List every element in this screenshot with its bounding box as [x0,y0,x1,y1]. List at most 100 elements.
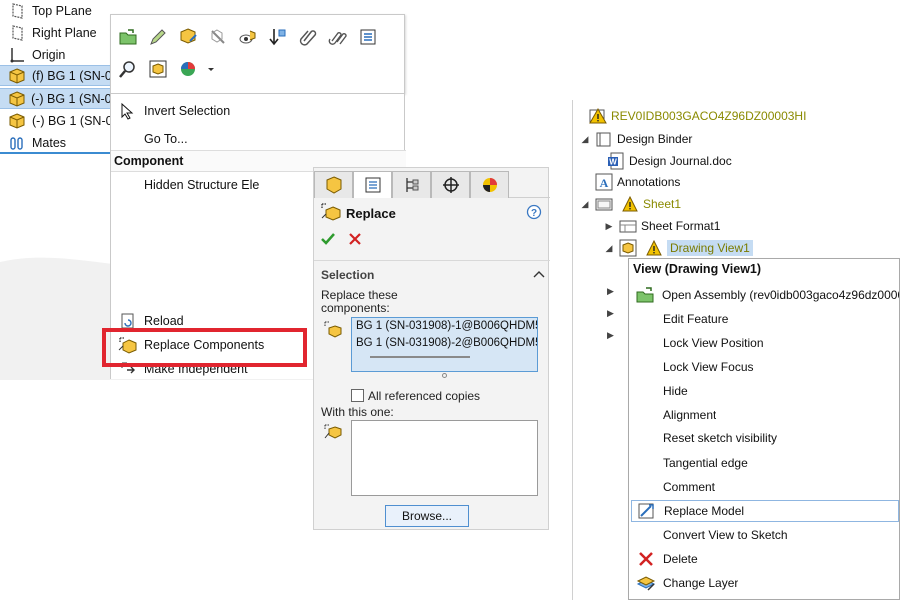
list-scrollbar[interactable] [370,356,470,358]
expand-arrow-icon[interactable]: ▶ [603,221,615,232]
all-referenced-copies-label: All referenced copies [368,389,481,403]
tree-item-sheet-format[interactable]: ▶ Sheet Format1 [603,215,721,237]
list-icon [360,29,376,45]
chevron-up-icon[interactable] [533,269,545,279]
all-referenced-copies-checkbox[interactable] [351,389,364,402]
menu-go-to[interactable]: Go To... [111,128,401,150]
svg-text:A: A [600,176,609,190]
tree-item-label: (f) BG 1 (SN-03 [32,68,119,83]
open-assembly-icon [635,285,656,305]
menu-change-layer[interactable]: Change Layer [631,572,899,594]
menu-replace-model[interactable]: Replace Model [631,500,899,522]
menu-label: Delete [663,552,698,566]
double-clip-icon [328,32,347,45]
menu-lock-view-position[interactable]: Lock View Position [631,332,899,354]
appearance-icon [181,62,195,76]
replace-list[interactable]: BG 1 (SN-031908)-1@B006QHDM5N BG 1 (SN-0… [351,317,538,372]
folder-icon [595,130,613,148]
open-part-button[interactable] [116,25,140,49]
tab-feature-manager[interactable] [314,171,353,198]
tree-item-root[interactable]: REV0IDB003GACO4Z96DZ00003HI [573,105,806,127]
menu-label: Go To... [144,132,188,146]
menu-hide[interactable]: Hide [631,380,899,402]
cancel-x-icon[interactable] [348,232,362,246]
tree-item-label: (-) BG 1 (SN-03 [32,113,120,128]
move-down-button[interactable] [266,25,290,49]
tree-item-sheet[interactable]: ◢ Sheet1 [579,193,681,215]
crosshair-icon [442,177,459,193]
menu-invert-selection[interactable]: Invert Selection [111,100,401,122]
menu-comment[interactable]: Comment [631,476,899,498]
open-part-icon [119,29,137,45]
menu-convert-view-to-sketch[interactable]: Convert View to Sketch [631,524,899,546]
expand-arrow-icon[interactable]: ▶ [607,308,614,319]
tree-item-label: Design Binder [617,132,693,146]
pm-section-selection: Selection [321,268,375,282]
component-props-button[interactable] [176,25,200,49]
expand-arrow-icon[interactable]: ▶ [607,286,614,297]
replace-these-label: Replace these components: [321,288,398,315]
tab-dimxpert[interactable] [431,171,470,198]
appearance-button[interactable] [176,57,200,81]
suppress-button[interactable] [206,25,230,49]
isolate-button[interactable] [146,57,170,81]
tree-item-label: Origin [32,47,66,62]
replace-model-icon [636,501,658,521]
resize-handle[interactable] [442,373,447,378]
pm-title: Replace [346,206,396,221]
collapse-arrow-icon[interactable]: ◢ [579,134,591,145]
plane-icon [8,2,26,20]
tree-item-label: Top PLane [32,3,92,18]
zoom-button[interactable] [116,57,140,81]
tree-item-drawing-view[interactable]: ◢ Drawing View1 [603,237,753,259]
list-item[interactable]: BG 1 (SN-031908)-2@B006QHDM5N [352,335,537,352]
collapse-arrow-icon[interactable]: ◢ [603,243,615,254]
tree-item-label: REV0IDB003GACO4Z96DZ00003HI [611,109,807,123]
edit-component-button[interactable] [146,25,170,49]
menu-lock-view-focus[interactable]: Lock View Focus [631,356,899,378]
context-toolbar [110,14,405,94]
tree-item-label: Sheet1 [643,197,682,211]
display-manager-icon [482,178,497,192]
attach-button[interactable] [296,25,320,49]
menu-label: Open Assembly (rev0idb003gaco4z96dz00003 [661,288,899,302]
layers-icon [635,573,657,593]
menu-delete[interactable]: Delete [631,548,899,570]
menu-label: Convert View to Sketch [663,528,788,542]
tree-item-design-journal[interactable]: W Design Journal.doc [603,150,732,172]
view-context-menu: View (Drawing View1) Open Assembly (rev0… [628,258,900,600]
annotation-icon: A [595,173,613,191]
tree-item-design-binder[interactable]: ◢ Design Binder [579,128,692,150]
replacement-file-box[interactable] [351,420,538,496]
expand-arrow-icon[interactable]: ▶ [607,330,614,341]
tab-property-manager[interactable] [353,171,392,198]
appearance-dropdown[interactable] [199,57,223,81]
tab-configuration-manager[interactable] [392,171,431,198]
config-icon [405,178,418,192]
menu-open-assembly[interactable]: Open Assembly (rev0idb003gaco4z96dz00003 [631,284,899,306]
delete-x-icon [635,549,657,569]
mates-button[interactable] [326,25,350,49]
word-doc-icon: W [607,152,625,170]
chevron-down-icon [208,68,214,71]
ok-check-icon[interactable] [320,231,336,247]
warning-icon [621,195,639,213]
menu-tangential-edge[interactable]: Tangential edge [631,452,899,474]
help-icon[interactable]: ? [526,204,542,220]
collapse-arrow-icon[interactable]: ◢ [579,199,591,210]
hide-show-button[interactable] [236,25,260,49]
list-icon [365,177,380,193]
menu-alignment[interactable]: Alignment [631,404,899,426]
properties-button[interactable] [356,25,380,49]
with-this-one-label: With this one: [321,405,394,419]
tree-item-annotations[interactable]: A Annotations [591,171,680,193]
mates-icon [8,134,26,152]
tab-display-manager[interactable] [470,171,509,198]
part-icon [8,90,25,108]
drawing-warning-icon [589,107,607,125]
list-item[interactable]: BG 1 (SN-031908)-1@B006QHDM5N [352,318,537,335]
tree-item-label: Drawing View1 [667,240,753,256]
menu-edit-feature[interactable]: Edit Feature [631,308,899,330]
browse-button[interactable]: Browse... [385,505,469,527]
menu-reset-sketch-visibility[interactable]: Reset sketch visibility [631,427,899,449]
